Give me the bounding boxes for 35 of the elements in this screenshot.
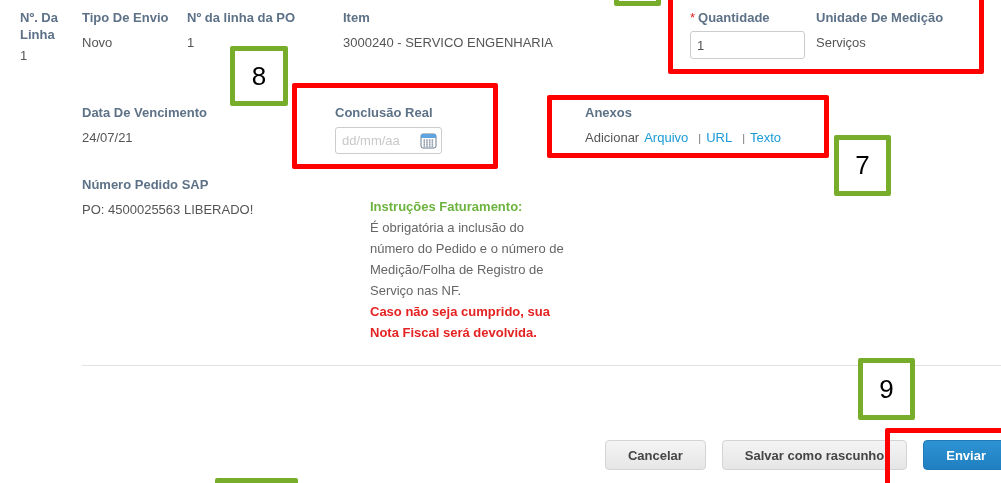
field-label: * Quantidade [690,9,770,26]
field-label: Número Pedido SAP [82,176,209,193]
attachment-link[interactable]: Arquivo [644,129,689,146]
warning-text: Caso não seja cumprido, sua Nota Fiscal será devolvida. [370,303,551,342]
submit-button[interactable]: Enviar [923,440,1001,470]
attachment-link[interactable]: Texto [750,129,782,146]
field-label: Unidade De Medição [816,9,944,26]
field-value: 3000240 - SERVICO ENGENHARIA [343,34,553,51]
field-label: Anexos [585,104,632,121]
step-number: 7 [834,135,891,196]
field-label: Nº da linha da PO [187,9,296,26]
secondary-button[interactable]: Salvar como rascunho [721,440,908,470]
field-label: Tipo De Envio [82,9,169,26]
secondary-button[interactable]: Cancelar [604,440,706,470]
instructions-title: Instruções Faturamento: [370,198,524,216]
required-mark: * [690,9,696,26]
attachment-link[interactable]: URL [706,129,733,146]
field-label: Conclusão Real [335,104,433,121]
step-number: 8 [230,46,288,106]
field-value: Novo [82,34,113,51]
step-number: 9 [858,358,915,420]
link-separator: | [698,131,702,146]
field-value: 1 [187,34,195,51]
field-value: 1 [20,47,29,64]
field-label: Nº. Da Linha [20,9,59,43]
field-label: Data De Vencimento [82,104,207,121]
field-label: Item [343,9,370,26]
instructions-text: É obrigatória a inclusão do número do Pedido e o número de Medição/Folha de Registro de Serviço nas NF. [370,219,565,300]
calendar-icon[interactable] [420,132,437,149]
quantity-input[interactable]: 1 [690,31,805,59]
field-value: PO: 4500025563 LIBERADO! [82,201,254,218]
field-value: Serviços [816,34,866,51]
link-separator: | [742,131,745,146]
field-value: 24/07/21 [82,129,133,146]
add-label: Adicionar [585,129,640,146]
